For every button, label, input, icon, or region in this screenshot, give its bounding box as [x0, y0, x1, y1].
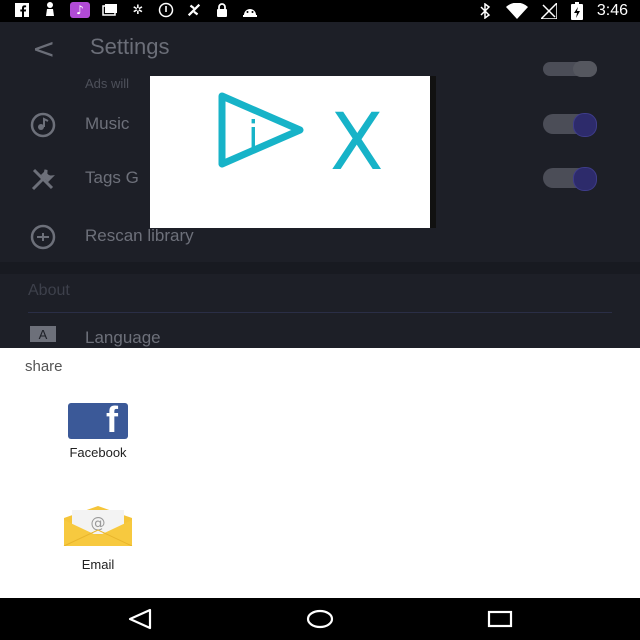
svg-text:@: @	[91, 514, 106, 532]
divider	[28, 312, 612, 313]
rescan-icon	[30, 224, 56, 250]
share-target-email[interactable]: @ Email	[48, 506, 148, 572]
settings-row-label: Language	[85, 328, 161, 347]
email-app-icon: @	[63, 506, 133, 547]
ad-banner[interactable]: i X	[150, 76, 436, 228]
settings-row-label: Rescan library	[85, 226, 194, 245]
back-triangle-icon[interactable]	[125, 606, 155, 632]
page-title: Settings	[90, 34, 170, 59]
music-note-icon	[30, 112, 56, 138]
svg-text:i: i	[248, 113, 259, 157]
ads-toggle[interactable]	[543, 61, 597, 77]
chess-icon	[42, 2, 58, 18]
signal-off-icon	[540, 3, 557, 19]
close-icon[interactable]: X	[330, 104, 383, 182]
toggle-knob	[573, 113, 597, 137]
play-logo-icon: i	[218, 92, 304, 168]
battery-charging-icon	[569, 2, 585, 20]
cards-icon	[102, 2, 118, 18]
tools-icon	[30, 166, 56, 192]
home-circle-icon[interactable]	[305, 606, 335, 632]
sheet-title: share	[25, 358, 63, 375]
svg-text:A: A	[39, 327, 48, 342]
android-icon	[242, 2, 258, 18]
status-bar: ♪ ✲ 3:46	[0, 0, 640, 22]
share-target-label: Facebook	[69, 445, 127, 460]
share-target-label: Email	[81, 557, 115, 572]
music-toggle[interactable]	[543, 113, 597, 137]
clock: 3:46	[596, 2, 628, 19]
bluetooth-icon	[477, 3, 493, 19]
settings-icon: ✲	[132, 2, 144, 18]
music-icon: ♪	[70, 2, 90, 18]
back-arrow-icon[interactable]: <	[32, 32, 55, 65]
nav-bar	[0, 598, 640, 640]
fan-icon	[186, 2, 202, 18]
ads-subtitle: Ads will	[85, 76, 130, 91]
settings-row-label: Tags G	[85, 168, 139, 187]
share-target-facebook[interactable]: f Facebook	[48, 399, 148, 460]
share-sheet: share f Facebook @ Email	[0, 348, 640, 598]
facebook-app-icon: f	[68, 399, 128, 440]
toggle-knob	[573, 61, 597, 77]
settings-row-label: Music	[85, 114, 130, 133]
toggle-knob	[573, 167, 597, 191]
section-header-about: About	[28, 282, 70, 299]
recents-square-icon[interactable]	[485, 606, 515, 632]
wifi-icon	[505, 3, 529, 19]
section-separator	[0, 262, 640, 274]
tags-toggle[interactable]	[543, 167, 597, 191]
alert-circle-icon	[158, 2, 174, 18]
facebook-icon	[14, 2, 30, 18]
lock-icon	[214, 2, 230, 18]
ad-edge	[430, 76, 436, 228]
